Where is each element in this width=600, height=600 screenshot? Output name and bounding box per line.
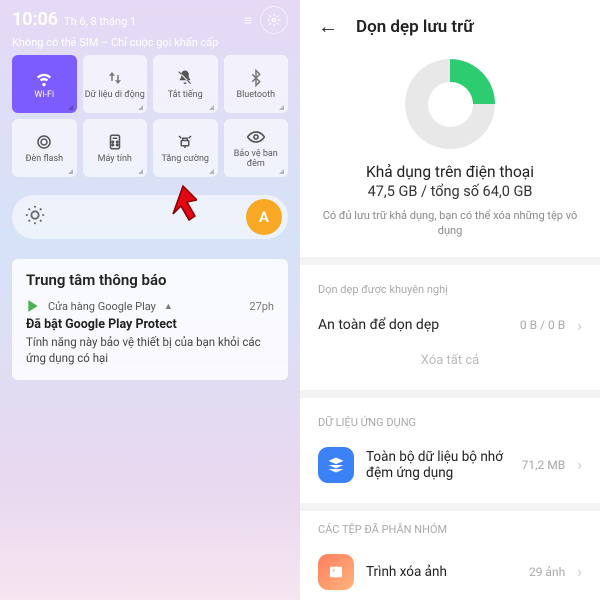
avail-sub: 47,5 GB / tổng số 64,0 GB bbox=[320, 183, 580, 200]
tile-label: Tăng cường bbox=[160, 155, 211, 165]
calculator-icon bbox=[106, 132, 124, 152]
tile-calculator[interactable]: Máy tính bbox=[83, 119, 148, 177]
notification-body: Tính năng này bảo vệ thiết bị của bạn kh… bbox=[26, 334, 274, 366]
chevron-right-icon: › bbox=[577, 316, 582, 335]
tile-bluetooth[interactable]: Bluetooth bbox=[224, 55, 289, 113]
brightness-slider[interactable]: A bbox=[12, 195, 288, 239]
edit-icon[interactable]: ≡ bbox=[244, 12, 252, 29]
quick-settings-panel: 10:06 Th 6, 8 tháng 1 ≡ Không có thẻ SIM… bbox=[0, 0, 300, 600]
tile-flash[interactable]: Đèn flash bbox=[12, 119, 77, 177]
eye-icon bbox=[246, 127, 266, 147]
back-arrow-icon[interactable]: ← bbox=[318, 14, 338, 39]
avail-desc: Có đủ lưu trữ khả dụng, bạn có thể xóa n… bbox=[320, 208, 580, 239]
tile-wifi[interactable]: Wi-Fi bbox=[12, 55, 77, 113]
section-header-recommend: Dọn dẹp được khuyên nghị bbox=[318, 283, 582, 296]
row-label: An toàn để dọn dẹp bbox=[318, 317, 508, 333]
wifi-icon bbox=[34, 68, 54, 88]
sim-status: Không có thẻ SIM – Chỉ cuộc gọi khẩn cấp bbox=[0, 34, 300, 55]
tile-mute[interactable]: Tắt tiếng bbox=[153, 55, 218, 113]
gear-icon[interactable] bbox=[260, 6, 288, 34]
row-value: 71,2 MB bbox=[522, 458, 566, 472]
notification-source: Cửa hàng Google Play bbox=[48, 300, 156, 313]
chevron-right-icon: › bbox=[577, 562, 582, 581]
pointer-arrow bbox=[155, 180, 197, 222]
clock: 10:06 bbox=[12, 9, 58, 30]
tile-label: Bảo vệ ban đêm bbox=[224, 150, 289, 170]
row-value: 29 ảnh bbox=[529, 565, 565, 579]
row-label: Toàn bộ dữ liệu bộ nhớ đệm ứng dụng bbox=[366, 449, 510, 481]
boost-icon bbox=[176, 132, 194, 152]
tile-nightshield[interactable]: Bảo vệ ban đêm bbox=[224, 119, 289, 177]
page-title: Dọn dẹp lưu trữ bbox=[356, 17, 474, 37]
tile-label: Đèn flash bbox=[23, 155, 65, 165]
avail-main: Khả dụng trên điện thoại bbox=[320, 163, 580, 181]
notification-card[interactable]: Trung tâm thông báo Cửa hàng Google Play… bbox=[12, 259, 288, 380]
storage-pie-chart bbox=[405, 59, 495, 149]
row-image-cleanup[interactable]: Trình xóa ảnh 29 ảnh › bbox=[318, 546, 582, 598]
section-header-files: CÁC TỆP ĐÃ PHÂN NHÓM bbox=[318, 523, 582, 536]
row-label: Trình xóa ảnh bbox=[366, 564, 517, 580]
bell-off-icon bbox=[176, 68, 194, 88]
bluetooth-icon bbox=[247, 68, 265, 88]
tile-label: Dữ liệu di động bbox=[83, 91, 147, 101]
flashlight-icon bbox=[35, 132, 53, 152]
data-icon bbox=[106, 68, 124, 88]
status-date: Th 6, 8 tháng 1 bbox=[64, 15, 238, 28]
row-value: 0 B / 0 B bbox=[520, 318, 565, 332]
row-safe-clean[interactable]: An toàn để dọn dẹp 0 B / 0 B › bbox=[318, 306, 582, 345]
notification-title: Đã bật Google Play Protect bbox=[26, 317, 274, 332]
brightness-icon bbox=[24, 204, 50, 230]
chevron-right-icon: › bbox=[577, 455, 582, 474]
status-bar: 10:06 Th 6, 8 tháng 1 ≡ bbox=[0, 0, 300, 34]
notification-age: 27ph bbox=[249, 300, 274, 313]
notification-center-title: Trung tâm thông báo bbox=[26, 271, 274, 289]
row-app-cache[interactable]: Toàn bộ dữ liệu bộ nhớ đệm ứng dụng 71,2… bbox=[318, 439, 582, 491]
clear-all-button[interactable]: Xóa tất cả bbox=[318, 345, 582, 372]
tile-label: Bluetooth bbox=[234, 91, 277, 101]
stack-icon bbox=[318, 447, 354, 483]
play-store-icon bbox=[26, 299, 40, 313]
tile-label: Wi-Fi bbox=[32, 91, 56, 101]
auto-brightness-toggle[interactable]: A bbox=[246, 199, 282, 235]
quick-tile-grid: Wi-Fi Dữ liệu di động Tắt tiếng Bluetoot… bbox=[12, 55, 288, 177]
section-header-appdata: DỮ LIỆU ỨNG DỤNG bbox=[318, 416, 582, 429]
image-icon bbox=[318, 554, 354, 590]
storage-cleanup-screen: ← Dọn dẹp lưu trữ Khả dụng trên điện tho… bbox=[300, 0, 600, 600]
tile-label: Máy tính bbox=[96, 155, 134, 165]
tile-mobiledata[interactable]: Dữ liệu di động bbox=[83, 55, 148, 113]
tile-label: Tắt tiếng bbox=[166, 91, 205, 101]
tile-boost[interactable]: Tăng cường bbox=[153, 119, 218, 177]
